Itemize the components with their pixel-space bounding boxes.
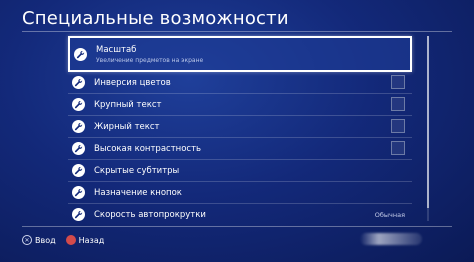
menu-item-label: Масштаб: [96, 44, 137, 55]
enter-label: Ввод: [35, 235, 56, 245]
wrench-icon: [72, 76, 85, 89]
bold-text-checkbox[interactable]: [391, 119, 405, 133]
header-divider: [22, 31, 452, 32]
page-title: Специальные возможности: [22, 8, 289, 29]
menu-item-high-contrast[interactable]: Высокая контрастность: [68, 137, 412, 159]
menu-item-invert-colors[interactable]: Инверсия цветов: [68, 72, 412, 93]
menu-item-label: Скрытые субтитры: [94, 165, 180, 176]
footer-divider: [22, 226, 452, 227]
watermark-smudge: [360, 233, 422, 245]
menu-item-autoscroll-speed[interactable]: Скорость автопрокрутки Обычная: [68, 203, 412, 225]
settings-list: Масштаб Увеличение предметов на экране И…: [68, 36, 412, 225]
wrench-icon: [72, 142, 85, 155]
scrollbar-thumb[interactable]: [427, 36, 429, 208]
back-hint[interactable]: Назад: [65, 235, 105, 245]
menu-item-label: Жирный текст: [94, 121, 160, 132]
enter-hint[interactable]: Ввод: [22, 235, 56, 245]
controller-hints: Ввод Назад: [22, 235, 114, 245]
invert-colors-checkbox[interactable]: [391, 75, 405, 89]
circle-button-icon: [65, 235, 76, 245]
cross-button-icon: [22, 235, 32, 245]
menu-item-zoom[interactable]: Масштаб Увеличение предметов на экране: [68, 36, 412, 72]
menu-item-sublabel: Увеличение предметов на экране: [96, 56, 204, 64]
menu-item-label: Высокая контрастность: [94, 143, 202, 154]
menu-item-label: Крупный текст: [94, 99, 162, 110]
high-contrast-checkbox[interactable]: [391, 141, 405, 155]
wrench-icon: [74, 47, 87, 61]
menu-item-label: Скорость автопрокрутки: [94, 209, 206, 220]
wrench-icon: [72, 98, 85, 111]
menu-item-label: Инверсия цветов: [94, 77, 171, 88]
back-label: Назад: [78, 235, 105, 245]
large-text-checkbox[interactable]: [391, 97, 405, 111]
wrench-icon: [72, 208, 85, 221]
wrench-icon: [72, 164, 85, 177]
menu-item-closed-captions[interactable]: Скрытые субтитры: [68, 159, 412, 181]
autoscroll-speed-value: Обычная: [374, 210, 405, 219]
menu-item-label: Назначение кнопок: [94, 187, 182, 198]
scrollbar[interactable]: [427, 36, 429, 221]
wrench-icon: [72, 186, 85, 199]
menu-item-bold-text[interactable]: Жирный текст: [68, 115, 412, 137]
wrench-icon: [72, 120, 85, 133]
menu-item-button-assignments[interactable]: Назначение кнопок: [68, 181, 412, 203]
menu-item-large-text[interactable]: Крупный текст: [68, 93, 412, 115]
